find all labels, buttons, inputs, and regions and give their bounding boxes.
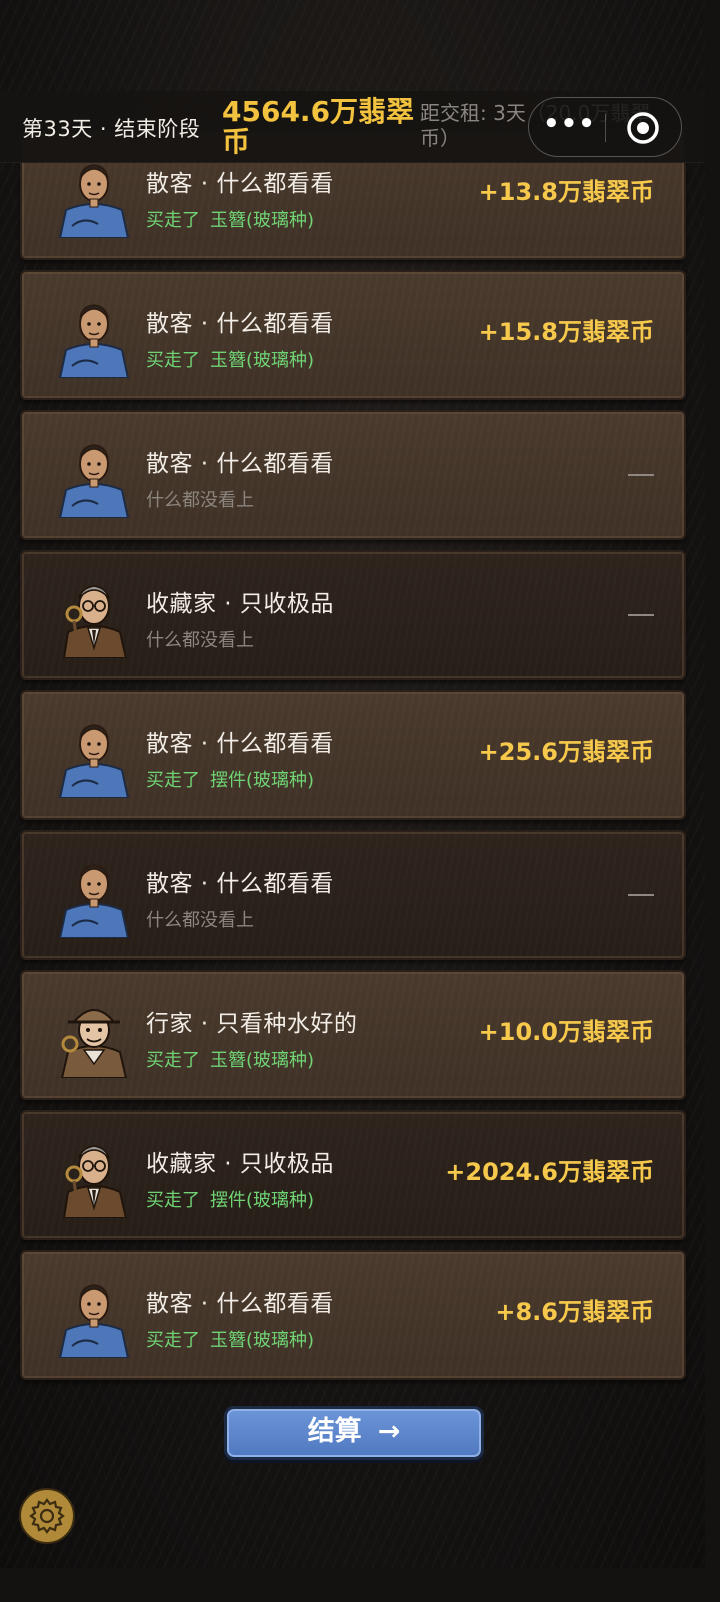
purchase-action: 买走了 [146,1330,200,1351]
capsule-divider [605,114,606,142]
purchased-item: 玉簪(玻璃种) [210,1050,315,1071]
mini-program-capsule: ••• [528,97,682,157]
purchased-item: 摆件(玻璃种) [210,1190,315,1211]
casual-customer-avatar [54,294,134,379]
income-amount: +2024.6万翡翠币 [445,1158,654,1186]
purchase-action: 买走了 [146,1190,200,1211]
customer-type-label: 行家 · 只看种水好的 [146,1011,358,1037]
purchase-detail: 买走了 玉簪(玻璃种) [146,1046,314,1072]
purchased-item: 玉簪(玻璃种) [210,350,315,371]
gear-icon[interactable] [18,1487,76,1545]
customer-type-label: 散客 · 什么都看看 [146,871,334,897]
purchase-detail: 买走了 玉簪(玻璃种) [146,206,314,232]
income-amount: +10.0万翡翠币 [478,1018,654,1046]
customer-type-label: 散客 · 什么都看看 [146,1291,334,1317]
casual-customer-avatar [54,154,134,239]
purchase-action: 买走了 [146,1050,200,1071]
purchase-detail: 买走了 摆件(玻璃种) [146,1186,314,1212]
arrow-right-icon: → [377,1416,401,1447]
purchased-item: 玉簪(玻璃种) [210,1330,315,1351]
casual-customer-avatar [54,854,134,939]
customer-type-label: 散客 · 什么都看看 [146,311,334,337]
customer-type-label: 散客 · 什么都看看 [146,451,334,477]
settle-button[interactable]: 结算 → [224,1406,484,1460]
customer-type-label: 收藏家 · 只收极品 [146,591,334,617]
casual-customer-avatar [54,1274,134,1359]
customer-type-label: 散客 · 什么都看看 [146,731,334,757]
purchase-action: 买走了 [146,210,200,231]
purchase-detail: 买走了 玉簪(玻璃种) [146,1326,314,1352]
customer-record-card: 散客 · 什么都看看 买走了 摆件(玻璃种) +25.6万翡翠币 [20,690,686,820]
day-phase-label: 第33天 · 结束阶段 [22,117,201,141]
balance-display: 4564.6万翡翠币 [222,95,415,158]
settle-button-label: 结算 [307,1416,362,1447]
no-income-dash [628,614,654,616]
casual-customer-avatar [54,714,134,799]
target-circle-icon[interactable] [625,110,661,146]
purchased-item: 玉簪(玻璃种) [210,210,315,231]
customer-record-card: 行家 · 只看种水好的 买走了 玉簪(玻璃种) +10.0万翡翠币 [20,970,686,1100]
customer-record-card: 散客 · 什么都看看 买走了 玉簪(玻璃种) +15.8万翡翠币 [20,270,686,400]
purchase-detail: 买走了 摆件(玻璃种) [146,766,314,792]
collector-avatar [54,1134,134,1219]
purchase-action: 买走了 [146,770,200,791]
income-amount: +13.8万翡翠币 [478,178,654,206]
no-income-dash [628,474,654,476]
casual-customer-avatar [54,434,134,519]
customer-record-card: 散客 · 什么都看看什么都没看上 [20,830,686,960]
purchase-detail: 什么都没看上 [146,486,254,512]
customer-type-label: 散客 · 什么都看看 [146,171,334,197]
purchase-detail: 什么都没看上 [146,626,254,652]
customer-record-card: 散客 · 什么都看看 买走了 玉簪(玻璃种) +8.6万翡翠币 [20,1250,686,1380]
expert-avatar [54,994,134,1079]
income-amount: +15.8万翡翠币 [478,318,654,346]
no-income-dash [628,894,654,896]
purchase-detail: 什么都没看上 [146,906,254,932]
customer-record-card: 收藏家 · 只收极品什么都没看上 [20,550,686,680]
top-status-bar: 第33天 · 结束阶段 4564.6万翡翠币 距交租: 3天（20.0万翡翠币）… [0,91,705,163]
purchase-action: 什么都没看上 [146,910,254,931]
more-dots-icon[interactable]: ••• [543,111,595,142]
income-amount: +25.6万翡翠币 [478,738,654,766]
customer-record-card: 收藏家 · 只收极品 买走了 摆件(玻璃种) +2024.6万翡翠币 [20,1110,686,1240]
game-screen: 散客 · 什么都看看 买走了 玉簪(玻璃种) +13.8万翡翠币 散客 · 什么都看看买… [0,0,705,1568]
customer-record-card: 散客 · 什么都看看什么都没看上 [20,410,686,540]
purchase-detail: 买走了 玉簪(玻璃种) [146,346,314,372]
purchase-action: 什么都没看上 [146,490,254,511]
customer-type-label: 收藏家 · 只收极品 [146,1151,334,1177]
purchased-item: 摆件(玻璃种) [210,770,315,791]
income-amount: +8.6万翡翠币 [495,1298,654,1326]
purchase-action: 什么都没看上 [146,630,254,651]
purchase-action: 买走了 [146,350,200,371]
collector-avatar [54,574,134,659]
